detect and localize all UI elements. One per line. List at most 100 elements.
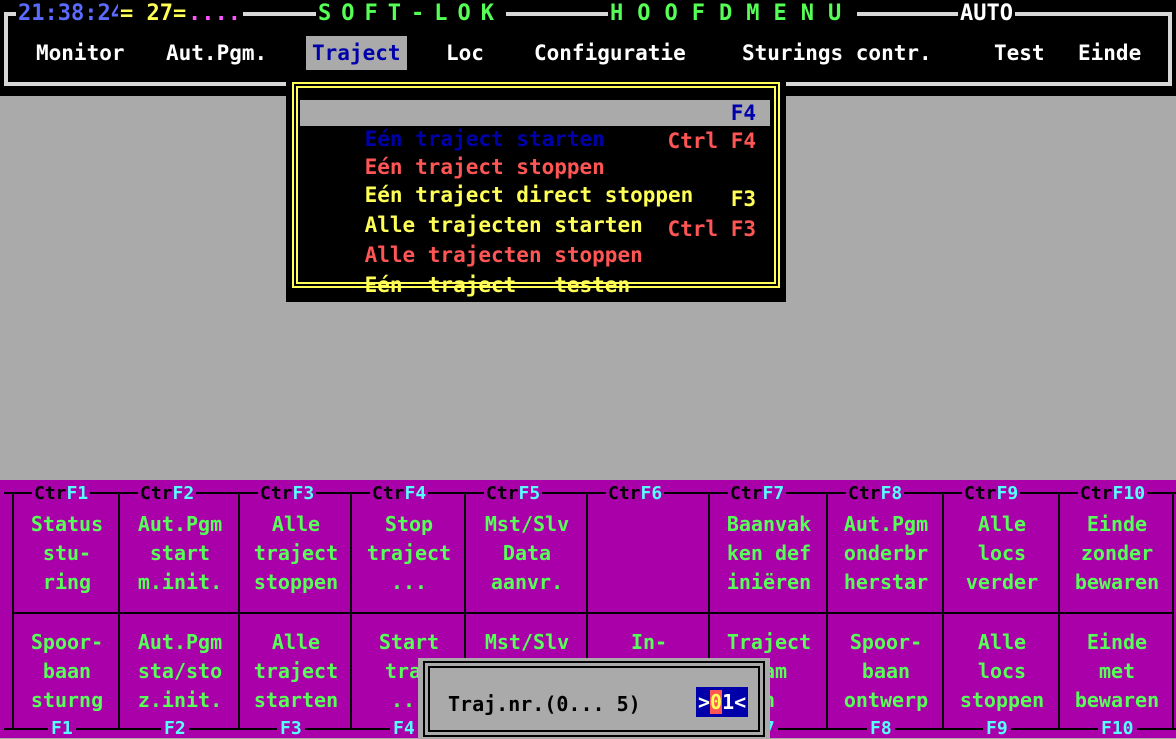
key-caption-line: Stop — [384, 512, 434, 536]
traject-number-input[interactable]: >01< — [696, 687, 749, 717]
menu-item-traject-stoppen[interactable]: Eén traject stoppen Ctrl F4 — [300, 128, 770, 179]
menu-item-label: Eén traject testen — [364, 273, 631, 297]
panel-divider — [14, 612, 1172, 614]
ctrl-f7-key-label: CtrF7 — [728, 483, 787, 505]
column-separator — [238, 492, 240, 730]
ctrl-f6-button[interactable] — [590, 510, 708, 597]
key-caption-line: verder — [965, 570, 1039, 594]
key-number: F8 — [880, 483, 903, 504]
key-caption-line: ring — [42, 570, 92, 594]
input-digit: 1 — [722, 690, 735, 714]
column-separator — [12, 492, 14, 730]
key-caption-line: ken def — [726, 541, 812, 565]
key-caption-line: Status — [30, 512, 104, 536]
key-number: F5 — [518, 483, 541, 504]
ctrl-f2-button[interactable]: Aut.Pgm start m.init. — [122, 510, 238, 597]
key-caption-line: Data — [502, 541, 552, 565]
f10-button[interactable]: Einde met bewaren — [1062, 628, 1172, 715]
key-caption-line: onderbr — [843, 541, 929, 565]
f2-button[interactable]: Aut.Pgm sta/sto z.init. — [122, 628, 238, 715]
ctrl-f4-button[interactable]: Stop traject... — [354, 510, 464, 597]
key-number: F9 — [996, 483, 1019, 504]
ctrl-f3-key-label: CtrF3 — [258, 483, 317, 505]
key-caption-line: met — [1098, 659, 1136, 683]
key-caption-line: Alle — [271, 630, 321, 654]
key-caption-line: z.init. — [137, 688, 223, 712]
key-caption-line: Start — [378, 630, 440, 654]
key-caption-line — [590, 510, 708, 539]
ctrl-f5-button[interactable]: Mst/Slv Data aanvr. — [468, 510, 586, 597]
ctrl-f2-key-label: CtrF2 — [138, 483, 197, 505]
traject-dropdown-menu: Eén traject starten F4 Eén traject stopp… — [286, 76, 786, 302]
key-caption-line: Spoor- — [30, 630, 104, 654]
f3-button[interactable]: Alle traject starten — [242, 628, 350, 715]
menu-title: HOOFDMENU — [608, 1, 858, 26]
ctrl-f10-button[interactable]: Einde zonder bewaren — [1062, 510, 1172, 597]
menu-item-traject-testen[interactable]: Eén traject testen — [300, 246, 770, 297]
key-caption-line: Baanvak — [726, 512, 812, 536]
menu-sturings-contr[interactable]: Sturings contr. — [736, 36, 938, 70]
key-caption-line: baan — [42, 659, 92, 683]
f1-key-label: F1 — [48, 720, 76, 738]
key-caption-line: Spoor- — [849, 630, 923, 654]
f9-button[interactable]: Alle locs stoppen — [946, 628, 1058, 715]
column-separator — [942, 492, 944, 730]
menu-item-alle-trajecten-stoppen[interactable]: Alle trajecten stoppen Ctrl F3 — [300, 216, 770, 267]
menu-loc[interactable]: Loc — [440, 36, 490, 70]
menu-configuratie[interactable]: Configuratie — [528, 36, 692, 70]
key-caption-line: baan — [861, 659, 911, 683]
clock: 21:38:24 — [16, 1, 126, 26]
menu-test[interactable]: Test — [988, 36, 1051, 70]
ctrl-f1-button[interactable]: Status stu-ring — [16, 510, 118, 597]
ctrl-prefix: Ctr — [848, 483, 881, 504]
key-caption-line: ontwerp — [843, 688, 929, 712]
menu-item-traject-direct-stoppen[interactable]: Eén traject direct stoppen — [300, 156, 770, 207]
menu-einde[interactable]: Einde — [1072, 36, 1147, 70]
column-separator — [118, 492, 120, 730]
key-caption-line: Alle — [977, 512, 1027, 536]
key-caption-line: Alle — [977, 630, 1027, 654]
app-title: SOFT-LOK — [316, 1, 506, 26]
dialog-prompt: Traj.nr.(0... 5) — [448, 692, 641, 716]
menu-item-shortcut: Ctrl F4 — [667, 129, 756, 153]
key-caption-line: stoppen — [959, 688, 1045, 712]
f10-key-label: F10 — [1098, 720, 1137, 738]
key-caption-line — [590, 568, 708, 597]
menu-traject[interactable]: Traject — [306, 36, 407, 70]
key-caption-line: herstar — [843, 570, 929, 594]
ctrl-f5-key-label: CtrF5 — [484, 483, 543, 505]
f3-key-label: F3 — [277, 720, 305, 738]
ctrl-f6-key-label: CtrF6 — [606, 483, 665, 505]
key-caption-line: starten — [253, 688, 339, 712]
key-caption-line: aanvr. — [490, 570, 564, 594]
key-number: F3 — [292, 483, 315, 504]
ctrl-f9-button[interactable]: Alle locs verder — [946, 510, 1058, 597]
key-caption-line: ... — [390, 570, 428, 594]
ctrl-f10-key-label: CtrF10 — [1078, 483, 1148, 505]
key-caption-line: bewaren — [1074, 688, 1160, 712]
key-caption-line: traject — [366, 541, 452, 565]
f1-button[interactable]: Spoor-baan sturng — [16, 628, 118, 715]
counter: = 27= — [118, 1, 189, 26]
frame-right — [1168, 12, 1172, 86]
ctrl-f4-key-label: CtrF4 — [370, 483, 429, 505]
mode-indicator: AUTO — [958, 1, 1015, 26]
f8-button[interactable]: Spoor-baan ontwerp — [830, 628, 942, 715]
key-caption-line: In- — [630, 630, 668, 654]
key-caption-line: traject — [253, 659, 339, 683]
key-caption-line: bewaren — [1074, 570, 1160, 594]
ctrl-f7-button[interactable]: Baanvak ken def iniëren — [712, 510, 826, 597]
ctrl-prefix: Ctr — [34, 483, 67, 504]
menu-item-alle-trajecten-starten[interactable]: Alle trajecten starten F3 — [300, 186, 770, 237]
key-number: F7 — [762, 483, 785, 504]
ctrl-f3-button[interactable]: Alle traject stoppen — [242, 510, 350, 597]
ctrl-f8-button[interactable]: Aut.Pgm onderbr herstar — [830, 510, 942, 597]
key-caption-line: Aut.Pgm — [137, 512, 223, 536]
menu-item-traject-starten[interactable]: Eén traject starten F4 — [300, 100, 770, 151]
f4-key-label: F4 — [390, 720, 418, 738]
menu-monitor[interactable]: Monitor — [30, 36, 131, 70]
column-separator — [826, 492, 828, 730]
menu-aut-pgm[interactable]: Aut.Pgm. — [160, 36, 273, 70]
menu-item-shortcut: F4 — [730, 101, 756, 125]
ctrl-prefix: Ctr — [608, 483, 641, 504]
